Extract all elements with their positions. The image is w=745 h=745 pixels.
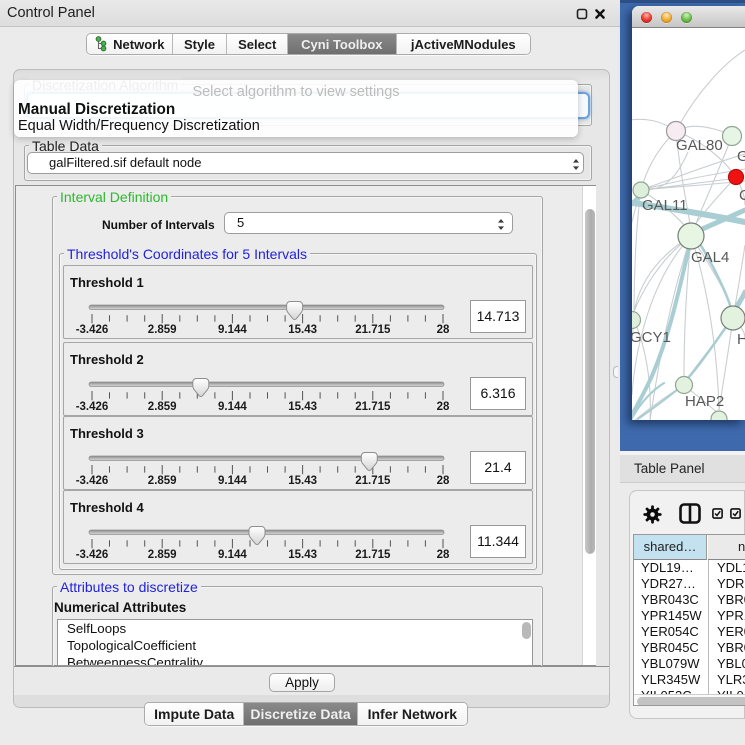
svg-text:-3.426: -3.426 [76,324,109,336]
svg-text:15.43: 15.43 [288,549,317,561]
svg-text:21.715: 21.715 [355,324,391,336]
svg-text:9.144: 9.144 [218,475,247,487]
svg-text:C: C [739,187,745,204]
svg-text:28: 28 [437,401,450,413]
svg-text:21.715: 21.715 [355,549,391,561]
svg-text:GCY1: GCY1 [632,329,671,346]
svg-text:15.43: 15.43 [288,475,317,487]
svg-text:28: 28 [437,475,450,487]
svg-text:9.144: 9.144 [218,549,247,561]
svg-text:GAL80: GAL80 [676,137,723,154]
svg-text:2.859: 2.859 [148,475,177,487]
svg-text:H: H [737,331,745,348]
svg-text:GAL4: GAL4 [691,249,729,266]
svg-text:9.144: 9.144 [218,401,247,413]
svg-text:2.859: 2.859 [148,401,177,413]
svg-text:28: 28 [437,324,450,336]
svg-text:GA: GA [737,148,745,165]
svg-text:2.859: 2.859 [148,549,177,561]
svg-text:21.715: 21.715 [355,475,391,487]
svg-text:2.859: 2.859 [148,324,177,336]
svg-text:-3.426: -3.426 [76,549,109,561]
svg-text:21.715: 21.715 [355,401,391,413]
svg-text:15.43: 15.43 [288,401,317,413]
svg-text:-3.426: -3.426 [76,475,109,487]
svg-text:HAP2: HAP2 [685,393,724,410]
svg-text:GAL11: GAL11 [642,197,688,214]
svg-text:-3.426: -3.426 [76,401,109,413]
svg-text:15.43: 15.43 [288,324,317,336]
svg-text:28: 28 [437,549,450,561]
svg-text:9.144: 9.144 [218,324,247,336]
